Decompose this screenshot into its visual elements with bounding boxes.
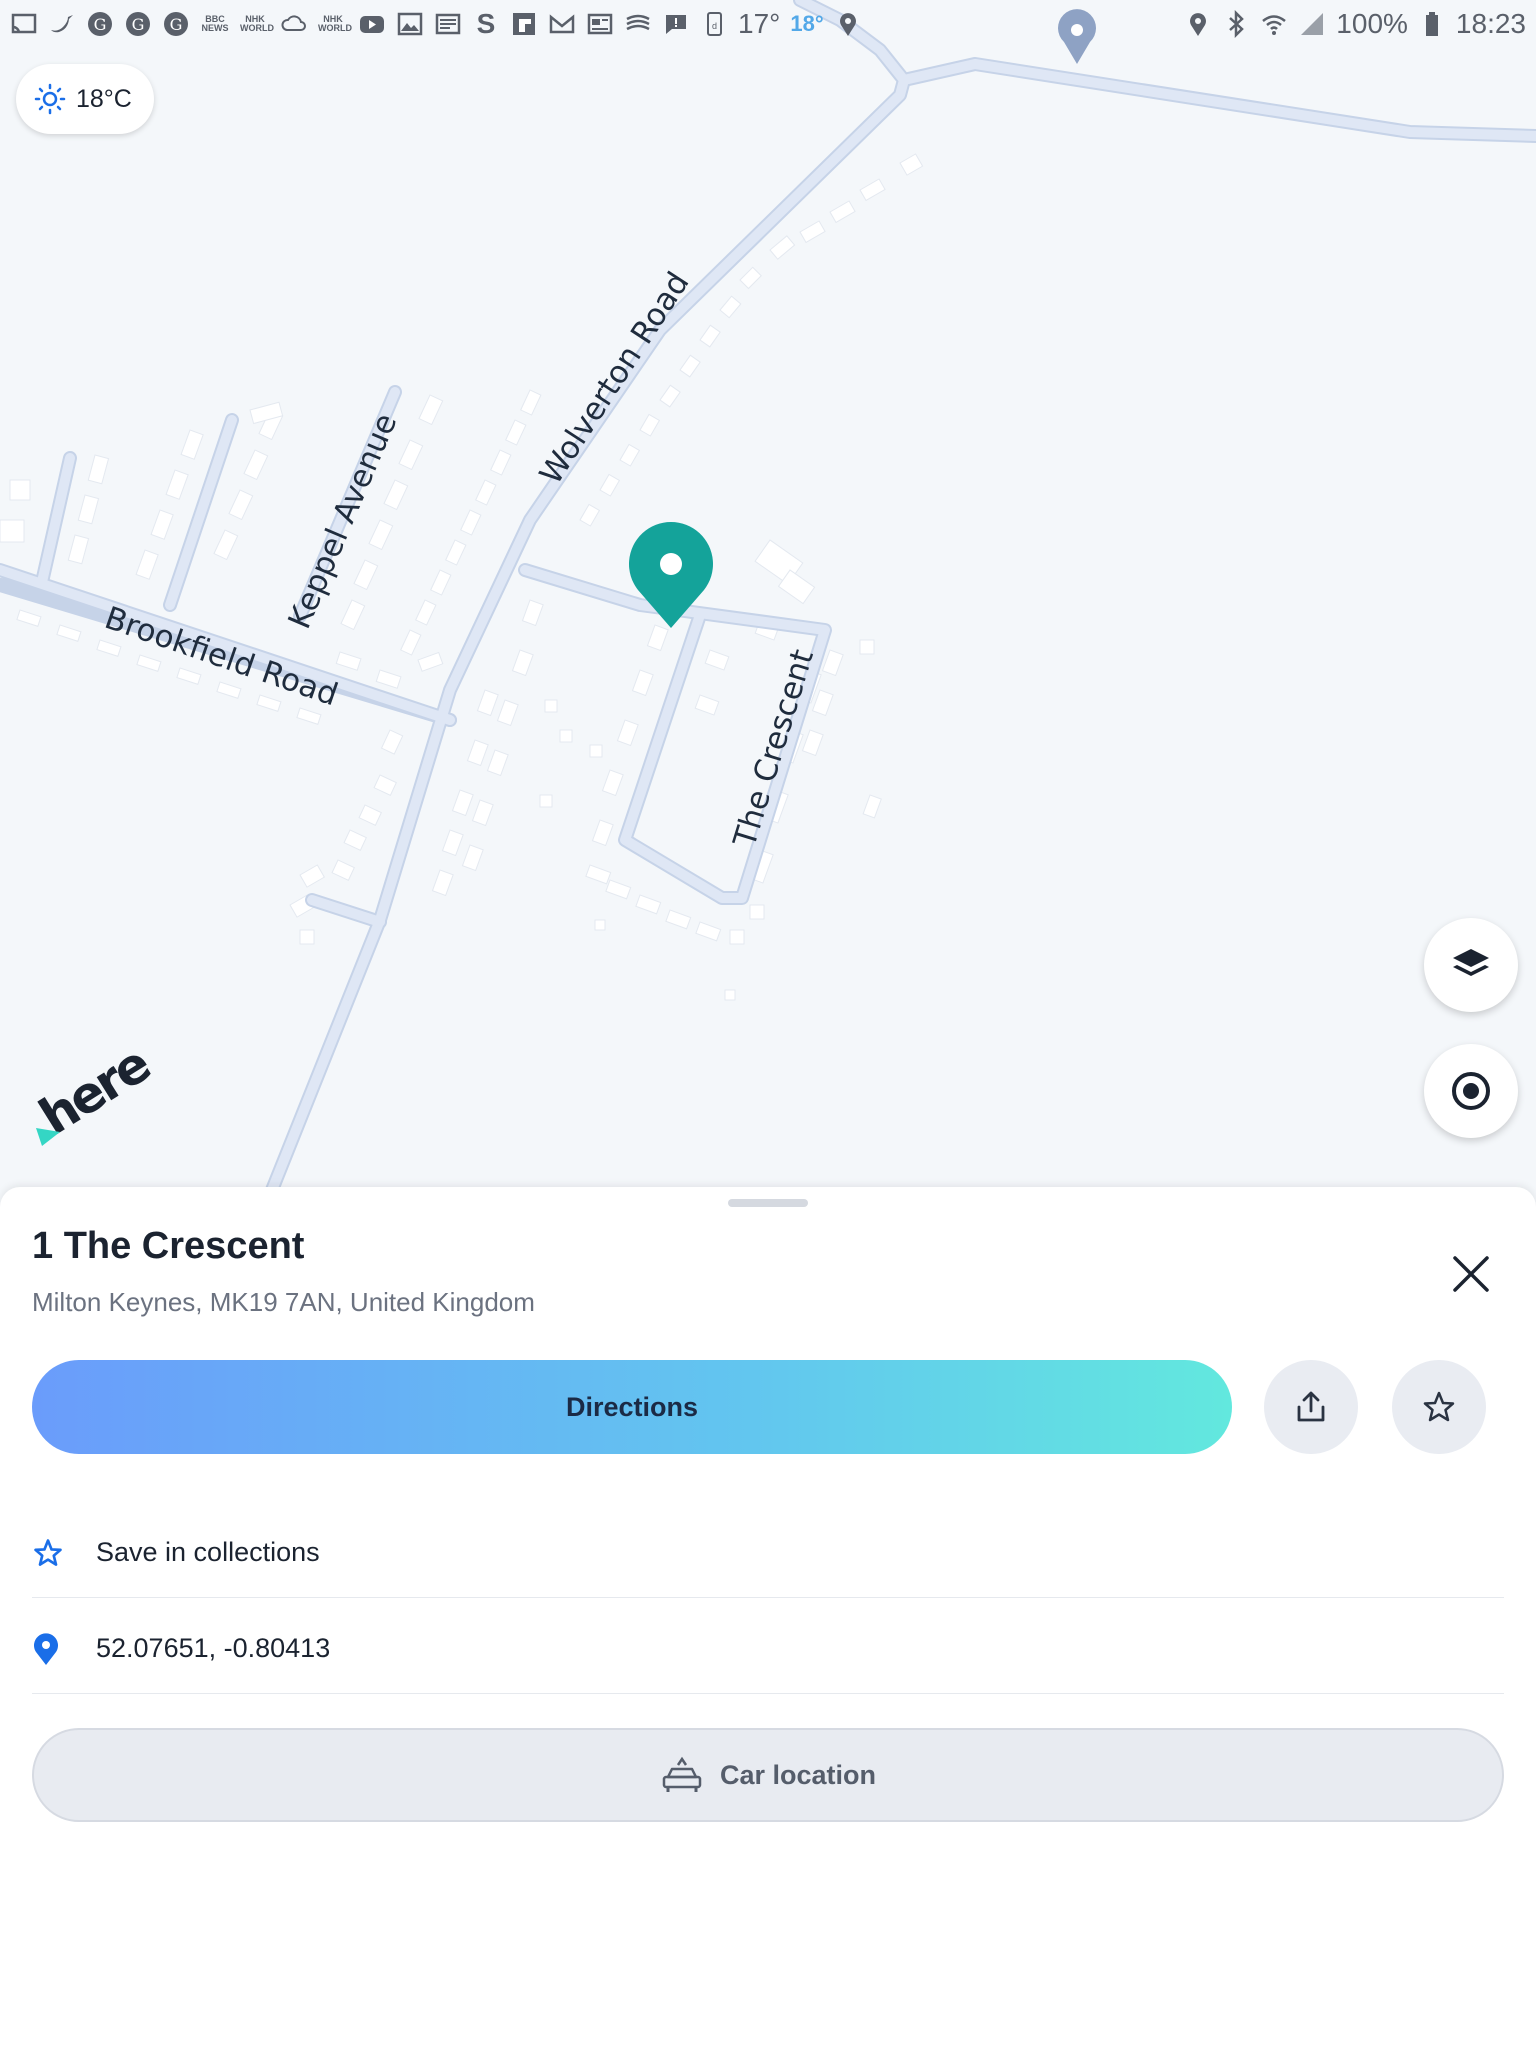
flipboard-icon bbox=[510, 10, 538, 38]
divider bbox=[32, 1693, 1504, 1694]
message-icon bbox=[662, 10, 690, 38]
news-icon bbox=[586, 10, 614, 38]
s-app-icon: S bbox=[476, 8, 496, 39]
map-layers-button[interactable] bbox=[1424, 918, 1518, 1012]
save-in-collections-label: Save in collections bbox=[96, 1537, 320, 1567]
phone-icon: d bbox=[700, 10, 728, 38]
divider bbox=[32, 1597, 1504, 1598]
gmail-icon bbox=[548, 10, 576, 38]
temperature-a: 17° bbox=[738, 8, 781, 39]
system-status-icons: 100% 18:23 bbox=[1184, 8, 1526, 40]
star-outline-icon bbox=[1423, 1391, 1455, 1422]
status-bar: G G G BBC NEWS NHK WORLD NHK WORLD S d 1… bbox=[0, 0, 1536, 48]
cast-icon bbox=[10, 10, 38, 38]
svg-text:G: G bbox=[132, 15, 145, 34]
bluetooth-icon bbox=[1222, 10, 1250, 38]
roads bbox=[0, 0, 1536, 1190]
location-pin-icon bbox=[629, 522, 713, 628]
location-icon bbox=[834, 10, 862, 38]
car-location-button[interactable]: Car location bbox=[32, 1728, 1504, 1822]
close-button[interactable] bbox=[1446, 1249, 1496, 1299]
guardian-icon: G bbox=[162, 10, 190, 38]
battery-percent: 100% bbox=[1336, 8, 1408, 39]
notification-icons: G G G BBC NEWS NHK WORLD NHK WORLD S d 1… bbox=[10, 8, 862, 40]
save-in-collections-row[interactable]: Save in collections bbox=[32, 1505, 1504, 1600]
layers-icon bbox=[1453, 949, 1489, 976]
place-title: 1 The Crescent bbox=[32, 1225, 305, 1267]
battery-icon bbox=[1418, 10, 1446, 38]
svg-text:G: G bbox=[94, 15, 107, 34]
twitter-icon bbox=[48, 10, 76, 38]
coordinates-row[interactable]: 52.07651, -0.80413 bbox=[32, 1601, 1504, 1696]
news-icon bbox=[434, 10, 462, 38]
car-icon bbox=[662, 1756, 702, 1792]
pin-icon bbox=[34, 1632, 58, 1665]
gallery-icon bbox=[396, 10, 424, 38]
car-location-label: Car location bbox=[719, 1759, 877, 1790]
place-details-sheet[interactable]: 1 The Crescent Milton Keynes, MK19 7AN, … bbox=[0, 1187, 1536, 2048]
here-logo-mark bbox=[36, 1128, 60, 1146]
youtube-icon bbox=[358, 10, 386, 38]
bbc-news-icon: BBC NEWS bbox=[201, 14, 229, 33]
svg-text:d: d bbox=[712, 21, 717, 31]
guardian-icon: G bbox=[124, 10, 152, 38]
selected-location-marker[interactable] bbox=[628, 522, 714, 633]
share-icon bbox=[1297, 1391, 1325, 1422]
svg-text:G: G bbox=[170, 15, 183, 34]
map-view[interactable]: Wolverton Road Keppel Avenue Brookfield … bbox=[0, 0, 1536, 1190]
map-canvas[interactable] bbox=[0, 0, 1536, 1190]
star-icon bbox=[34, 1538, 62, 1566]
clock: 18:23 bbox=[1455, 8, 1526, 39]
coordinates-text: 52.07651, -0.80413 bbox=[96, 1633, 331, 1663]
directions-button[interactable]: Directions bbox=[32, 1360, 1232, 1454]
nhk-world-icon: NHK WORLD bbox=[240, 14, 274, 33]
my-location-button[interactable] bbox=[1424, 1044, 1518, 1138]
weather-chip[interactable]: 18°C bbox=[16, 64, 154, 134]
close-icon bbox=[1453, 1256, 1489, 1292]
wifi-icon bbox=[1260, 10, 1288, 38]
sheet-drag-handle[interactable] bbox=[728, 1199, 808, 1207]
buildings bbox=[0, 153, 924, 1001]
location-icon bbox=[1184, 10, 1212, 38]
guardian-icon: G bbox=[86, 10, 114, 38]
cloud-icon bbox=[280, 10, 308, 38]
nhk-world-icon: NHK WORLD bbox=[318, 14, 352, 33]
layers-icon bbox=[624, 10, 652, 38]
sun-icon bbox=[34, 83, 66, 115]
share-button[interactable] bbox=[1264, 1360, 1358, 1454]
temperature-b: 18° bbox=[790, 11, 824, 36]
signal-icon bbox=[1298, 10, 1326, 38]
place-address: Milton Keynes, MK19 7AN, United Kingdom bbox=[32, 1287, 535, 1317]
target-icon bbox=[1452, 1072, 1490, 1110]
favorite-button[interactable] bbox=[1392, 1360, 1486, 1454]
weather-temperature: 18°C bbox=[76, 84, 132, 113]
